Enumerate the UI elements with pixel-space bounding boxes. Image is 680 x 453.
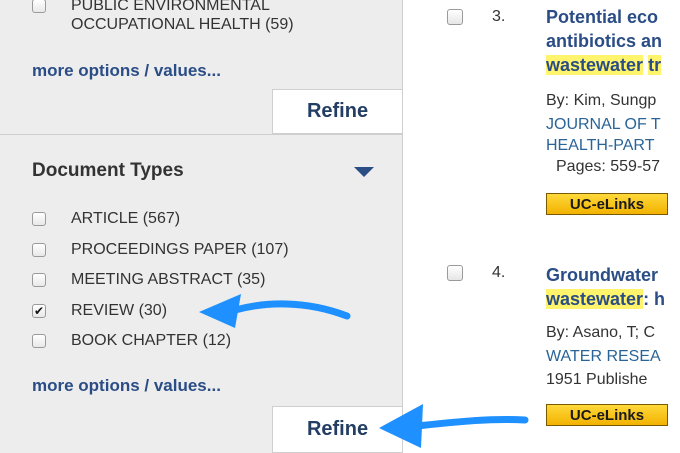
highlighted-term: wastewater <box>546 289 644 309</box>
facet-item-meeting-abstract[interactable]: MEETING ABSTRACT (35) <box>32 270 265 289</box>
facet-item-label: MEETING ABSTRACT (35) <box>71 271 266 288</box>
result-title-link[interactable]: Groundwater wastewater: h <box>546 263 665 311</box>
facet-checkbox-checked[interactable] <box>32 302 46 321</box>
facet-item-article[interactable]: ARTICLE (567) <box>32 209 180 228</box>
result-journal-link[interactable]: JOURNAL OF T HEALTH-PART <box>546 114 661 156</box>
journal-line: HEALTH-PART <box>546 137 655 154</box>
result-year-publisher: 1951 Publishe <box>546 371 648 388</box>
result-pages: Pages: 559-57 <box>556 158 661 175</box>
facet-checkbox[interactable] <box>32 0 46 13</box>
annotation-arrow-icon <box>379 404 529 448</box>
result-checkbox[interactable] <box>447 9 463 25</box>
facet-sidebar: PUBLIC ENVIRONMENTAL OCCUPATIONAL HEALTH… <box>0 0 403 453</box>
facet-item[interactable]: PUBLIC ENVIRONMENTAL OCCUPATIONAL HEALTH… <box>32 0 294 34</box>
facet-checkbox[interactable] <box>32 243 46 257</box>
more-options-link[interactable]: more options / values... <box>32 376 221 396</box>
title-line: wastewater tr <box>546 53 662 77</box>
result-title-link[interactable]: Potential eco antibiotics an wastewater … <box>546 5 662 77</box>
title-suffix: : h <box>643 289 666 309</box>
facet-item-label: ARTICLE (567) <box>71 210 181 227</box>
facet-item-label: PROCEEDINGS PAPER (107) <box>71 241 289 258</box>
result-journal-link[interactable]: WATER RESEA <box>546 346 661 367</box>
more-options-link[interactable]: more options / values... <box>32 61 221 81</box>
title-line: antibiotics an <box>546 31 663 51</box>
chevron-down-icon[interactable] <box>354 167 374 177</box>
facet-item-proceedings-paper[interactable]: PROCEEDINGS PAPER (107) <box>32 240 289 259</box>
result-checkbox[interactable] <box>447 265 463 281</box>
result-authors: By: Asano, T; C <box>546 324 656 341</box>
facet-checkbox[interactable] <box>32 273 46 287</box>
document-types-heading[interactable]: Document Types <box>32 160 184 182</box>
section-divider <box>0 134 402 135</box>
uc-elinks-button[interactable]: UC-eLinks <box>546 404 668 426</box>
title-line: Groundwater <box>546 265 659 285</box>
highlighted-term: wastewater <box>546 55 644 75</box>
journal-line: JOURNAL OF T <box>546 116 661 133</box>
result-number: 4. <box>492 264 506 281</box>
facet-checkbox[interactable] <box>32 334 46 348</box>
title-line: wastewater: h <box>546 287 665 311</box>
facet-item-label: REVIEW (30) <box>71 302 168 319</box>
facet-item-label: PUBLIC ENVIRONMENTAL OCCUPATIONAL HEALTH… <box>71 0 294 33</box>
refine-button[interactable]: Refine <box>272 89 402 134</box>
title-line: Potential eco <box>546 7 659 27</box>
facet-checkbox[interactable] <box>32 212 46 226</box>
result-authors: By: Kim, Sungp <box>546 92 657 109</box>
highlighted-term: tr <box>648 55 662 75</box>
annotation-arrow-icon <box>199 294 351 328</box>
facet-item-review[interactable]: REVIEW (30) <box>32 301 168 321</box>
uc-elinks-button[interactable]: UC-eLinks <box>546 193 668 215</box>
result-number: 3. <box>492 8 506 25</box>
